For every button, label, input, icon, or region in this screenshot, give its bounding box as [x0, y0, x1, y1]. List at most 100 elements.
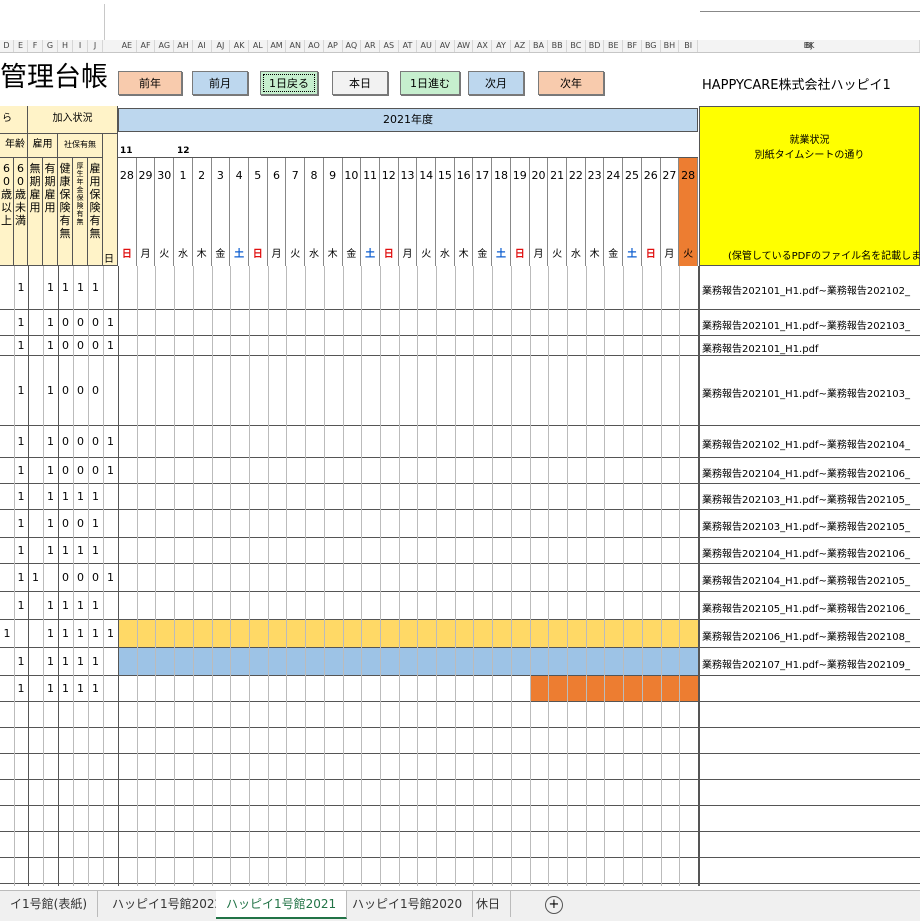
status-cell[interactable]: 0 [58, 426, 73, 457]
status-cell[interactable]: 0 [88, 458, 103, 483]
status-cell[interactable] [14, 620, 28, 647]
status-cell[interactable]: 1 [103, 336, 118, 355]
status-cell[interactable]: 1 [73, 676, 88, 701]
status-cell[interactable]: 1 [88, 266, 103, 309]
empty-row[interactable] [0, 754, 920, 780]
status-cell[interactable] [28, 310, 43, 335]
next-year-button[interactable]: 次年 [538, 71, 604, 95]
status-cell[interactable]: 1 [103, 458, 118, 483]
column-letter[interactable]: D [0, 40, 14, 52]
status-cell[interactable] [103, 356, 118, 425]
table-row[interactable]: 1 1 0 0 0 1 業務報告202101_H1.pdf~業務報告202103_ [0, 310, 920, 336]
table-row[interactable]: 1 1 1 1 1 業務報告202101_H1.pdf~業務報告202102_ [0, 266, 920, 310]
status-cell[interactable]: 0 [58, 458, 73, 483]
column-letter[interactable]: AW [455, 40, 474, 52]
column-letter[interactable]: BD [586, 40, 605, 52]
column-letter[interactable]: H [58, 40, 73, 52]
column-letter[interactable]: AK [230, 40, 249, 52]
table-row[interactable]: 1 1 1 1 1 業務報告202105_H1.pdf~業務報告202106_ [0, 592, 920, 620]
status-cell[interactable]: 1 [73, 266, 88, 309]
pdf-filename[interactable]: 業務報告202104_H1.pdf~業務報告202105_ [702, 572, 910, 587]
empty-row[interactable] [0, 806, 920, 832]
status-cell[interactable] [28, 458, 43, 483]
empty-row[interactable] [0, 728, 920, 754]
table-row[interactable]: 1 1 0 0 0 1 業務報告202104_H1.pdf~業務報告202106_ [0, 458, 920, 484]
status-cell[interactable] [28, 648, 43, 675]
status-cell[interactable]: 1 [43, 356, 58, 425]
column-letter[interactable]: AR [361, 40, 380, 52]
status-cell[interactable]: 1 [14, 458, 28, 483]
status-cell[interactable]: 0 [58, 510, 73, 537]
pdf-filename[interactable]: 業務報告202101_H1.pdf~業務報告202102_ [702, 282, 910, 297]
column-letter[interactable]: AZ [511, 40, 530, 52]
next-month-button[interactable]: 次月 [468, 71, 524, 95]
status-cell[interactable]: 1 [14, 484, 28, 509]
column-letter[interactable]: AX [473, 40, 493, 52]
pdf-filename[interactable]: 業務報告202102_H1.pdf~業務報告202104_ [702, 436, 910, 451]
sheet-tab[interactable]: ハッピイ1号館2022 [102, 891, 234, 917]
status-cell[interactable] [0, 356, 14, 425]
sheet-tab[interactable]: ハッピイ1号館2021 [216, 891, 348, 919]
status-cell[interactable]: 1 [14, 564, 28, 591]
status-cell[interactable]: 1 [88, 538, 103, 563]
status-cell[interactable]: 0 [73, 356, 88, 425]
column-letter[interactable]: AL [249, 40, 268, 52]
table-row[interactable]: 1 1 0 0 1 業務報告202103_H1.pdf~業務報告202105_ [0, 510, 920, 538]
pdf-filename[interactable]: 業務報告202103_H1.pdf~業務報告202105_ [702, 491, 910, 506]
column-letter[interactable]: BK [699, 40, 920, 52]
status-cell[interactable]: 1 [14, 310, 28, 335]
pdf-filename[interactable]: 業務報告202105_H1.pdf~業務報告202106_ [702, 600, 910, 615]
status-cell[interactable] [28, 484, 43, 509]
status-cell[interactable] [28, 538, 43, 563]
pdf-filename[interactable]: 業務報告202101_H1.pdf~業務報告202103_ [702, 385, 910, 400]
column-letter[interactable]: AE [118, 40, 137, 52]
status-cell[interactable]: 0 [73, 310, 88, 335]
status-cell[interactable]: 1 [43, 538, 58, 563]
column-letter[interactable]: AI [193, 40, 212, 52]
pdf-filename[interactable]: 業務報告202104_H1.pdf~業務報告202106_ [702, 465, 910, 480]
column-letter[interactable]: BC [567, 40, 586, 52]
formula-bar[interactable] [0, 0, 920, 41]
empty-row[interactable] [0, 780, 920, 806]
status-cell[interactable] [0, 266, 14, 309]
status-cell[interactable]: 0 [88, 356, 103, 425]
status-cell[interactable]: 0 [88, 426, 103, 457]
column-letter[interactable]: BB [548, 40, 568, 52]
status-cell[interactable]: 1 [88, 620, 103, 647]
status-cell[interactable] [0, 538, 14, 563]
column-letter[interactable]: AH [174, 40, 193, 52]
status-cell[interactable]: 1 [88, 648, 103, 675]
status-cell[interactable]: 0 [73, 458, 88, 483]
status-cell[interactable] [0, 564, 14, 591]
status-cell[interactable]: 1 [103, 310, 118, 335]
status-cell[interactable] [0, 458, 14, 483]
status-cell[interactable]: 1 [43, 510, 58, 537]
status-cell[interactable]: 0 [58, 310, 73, 335]
plus-circle-icon[interactable]: + [545, 896, 563, 914]
status-cell[interactable]: 1 [73, 484, 88, 509]
status-cell[interactable]: 0 [58, 336, 73, 355]
status-cell[interactable]: 1 [43, 592, 58, 619]
column-letter[interactable]: AG [155, 40, 175, 52]
status-cell[interactable] [28, 426, 43, 457]
status-cell[interactable] [0, 648, 14, 675]
status-cell[interactable]: 1 [43, 676, 58, 701]
status-cell[interactable] [43, 564, 58, 591]
table-row[interactable]: 1 1 1 1 1 業務報告202107_H1.pdf~業務報告202109_ [0, 648, 920, 676]
status-cell[interactable]: 1 [88, 676, 103, 701]
sheet-tab[interactable]: 休日 [466, 891, 512, 917]
status-cell[interactable] [28, 620, 43, 647]
status-cell[interactable]: 1 [88, 510, 103, 537]
status-cell[interactable]: 1 [14, 356, 28, 425]
sheet-tab[interactable]: ハッピイ1号館2020 [342, 891, 474, 917]
pdf-filename[interactable]: 業務報告202104_H1.pdf~業務報告202106_ [702, 545, 910, 560]
table-row[interactable]: 1 1 0 0 0 業務報告202101_H1.pdf~業務報告202103_ [0, 356, 920, 426]
table-row[interactable]: 11111 [0, 676, 920, 702]
status-cell[interactable] [28, 336, 43, 355]
column-letter[interactable]: G [43, 40, 58, 52]
status-cell[interactable]: 1 [58, 538, 73, 563]
column-letter[interactable]: E [14, 40, 28, 52]
status-cell[interactable] [103, 648, 118, 675]
today-button[interactable]: 本日 [332, 71, 388, 95]
status-cell[interactable]: 1 [43, 648, 58, 675]
